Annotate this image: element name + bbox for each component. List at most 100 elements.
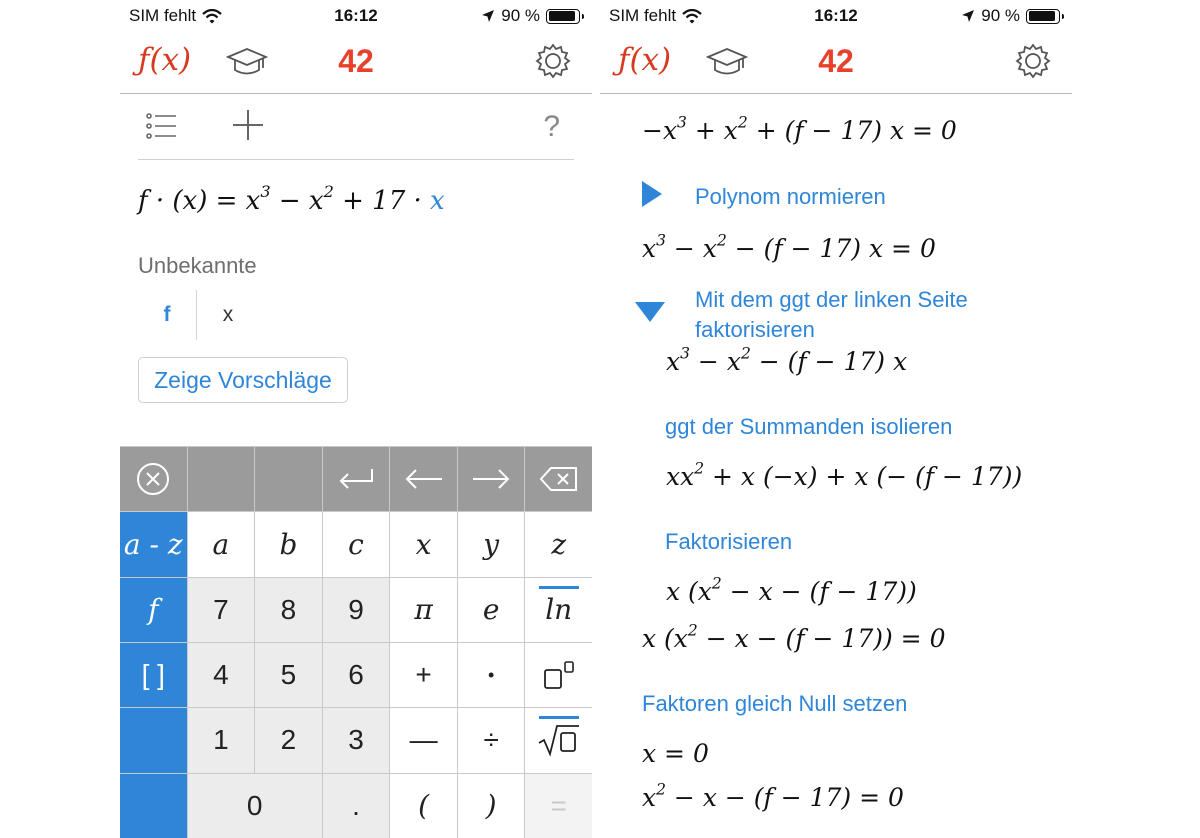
eq1-e1: 3: [656, 231, 666, 250]
key-sqrt[interactable]: [525, 708, 592, 773]
eq-exp1: 3: [260, 181, 271, 201]
substep-ggt-isolieren: ggt der Summanden isolieren: [665, 414, 953, 439]
key-open-paren[interactable]: (: [390, 773, 457, 838]
eq1-c: − (f − 17) x = 0: [726, 234, 936, 263]
key-divide[interactable]: ÷: [457, 708, 525, 773]
key-1[interactable]: 1: [187, 708, 255, 773]
key-equals[interactable]: =: [525, 773, 592, 838]
key-plus[interactable]: +: [390, 643, 457, 708]
gear-icon[interactable]: [1014, 42, 1052, 80]
eq-lhs: f · (x) = x: [138, 186, 261, 216]
key-5[interactable]: 5: [255, 643, 322, 708]
cursor-right-key[interactable]: [457, 447, 525, 512]
cursor-left-key[interactable]: [390, 447, 457, 512]
step-polynom-normieren[interactable]: Polynom normieren: [695, 182, 886, 212]
step-ggt-line2: faktorisieren: [695, 317, 815, 342]
function-equation[interactable]: f · (x) = x3 − x2 + 17 · x: [138, 183, 445, 216]
unknown-f[interactable]: f: [138, 290, 196, 340]
gear-icon[interactable]: [534, 42, 572, 80]
eq7-e1: 2: [656, 780, 666, 799]
key-0[interactable]: 0: [187, 773, 322, 838]
key-6[interactable]: 6: [322, 643, 390, 708]
collapsed-step-triangle-icon[interactable]: [642, 181, 662, 207]
blank-blue-key: [120, 708, 187, 773]
key-8[interactable]: 8: [255, 577, 322, 642]
battery-fill: [548, 11, 575, 21]
key-b[interactable]: b: [255, 512, 322, 577]
eq2-e1: 3: [680, 344, 690, 363]
key-e[interactable]: e: [457, 577, 525, 642]
battery-percent-right: 90 %: [981, 6, 1020, 25]
eq0-c: + (f − 17) x = 0: [747, 116, 957, 145]
eq4-a: x (x: [666, 577, 712, 606]
functions-key[interactable]: f: [120, 577, 187, 642]
eq-cursor-var: x: [430, 186, 445, 216]
eq2-a: x: [666, 347, 681, 376]
key-ln[interactable]: ln: [525, 577, 592, 642]
score-label-right[interactable]: 42: [600, 43, 1072, 80]
key-9[interactable]: 9: [322, 577, 390, 642]
solution-equation-3: xx2 + x (−x) + x (− (f − 17)): [666, 461, 1022, 491]
eq-exp2: 2: [323, 181, 334, 201]
status-bar: SIM fehlt 16:12 90 %: [120, 0, 592, 32]
eq1-e2: 2: [716, 231, 727, 250]
key-a[interactable]: a: [187, 512, 255, 577]
eq4-b: − x − (f − 17)): [721, 577, 917, 606]
key-ln-label: ln: [545, 593, 573, 627]
key-7[interactable]: 7: [187, 577, 255, 642]
key-x[interactable]: x: [390, 512, 457, 577]
solution-equation-4: x (x2 − x − (f − 17)): [666, 576, 917, 606]
key-z[interactable]: z: [525, 512, 592, 577]
score-label[interactable]: 42: [120, 43, 592, 80]
key-c[interactable]: c: [322, 512, 390, 577]
eq-mid1: − x: [270, 186, 324, 216]
arrow-left-icon: [405, 469, 442, 489]
key-dot[interactable]: .: [322, 773, 390, 838]
key-minus[interactable]: —: [390, 708, 457, 773]
step-faktoren-null[interactable]: Faktoren gleich Null setzen: [642, 689, 907, 719]
sqrt-indicator: [538, 716, 579, 720]
key-y[interactable]: y: [457, 512, 525, 577]
eq0-b: + x: [686, 116, 738, 145]
step-ggt-faktorisieren[interactable]: Mit dem ggt der linken Seite faktorisier…: [695, 285, 968, 345]
key-pi[interactable]: π: [390, 577, 457, 642]
location-icon: [482, 10, 495, 22]
list-icon[interactable]: [146, 113, 178, 139]
eq3-a: xx: [666, 462, 695, 491]
key-close-paren[interactable]: ): [457, 773, 525, 838]
eq5-a: x (x: [642, 624, 688, 653]
key-3[interactable]: 3: [322, 708, 390, 773]
show-suggestions-button[interactable]: Zeige Vorschläge: [138, 357, 348, 403]
eq2-b: − x: [689, 347, 741, 376]
eq0-e1: 3: [677, 113, 687, 132]
unknown-x[interactable]: x: [199, 290, 257, 340]
ln-indicator: [538, 585, 579, 589]
key-2[interactable]: 2: [255, 708, 322, 773]
eq5-b: − x − (f − 17)) = 0: [697, 624, 946, 653]
expanded-step-triangle-icon[interactable]: [635, 302, 665, 322]
key-power[interactable]: [525, 643, 592, 708]
solution-equation-0: −x3 + x2 + (f − 17) x = 0: [642, 113, 957, 145]
clear-key[interactable]: [120, 447, 187, 512]
eq1-a: x: [642, 234, 657, 263]
substep-faktorisieren: Faktorisieren: [665, 529, 793, 554]
blank-key-2: [255, 447, 322, 512]
plus-icon[interactable]: [231, 108, 265, 142]
eq5-e1: 2: [687, 621, 698, 640]
eq2-e2: 2: [740, 344, 751, 363]
backspace-key[interactable]: [525, 447, 592, 512]
status-right-right: 90 %: [961, 6, 1064, 26]
solution-equation-5: x (x2 − x − (f − 17)) = 0: [642, 621, 946, 653]
help-button[interactable]: ?: [543, 110, 560, 144]
eq1-b: − x: [665, 234, 717, 263]
enter-key[interactable]: [322, 447, 390, 512]
left-screen: SIM fehlt 16:12 90 % ƒ(x) 42 ? f · (x) =…: [120, 0, 592, 838]
eq7-a: x: [642, 783, 657, 812]
nav-bar: ƒ(x) 42: [120, 32, 592, 94]
arrow-right-icon: [473, 469, 510, 489]
brackets-key[interactable]: [ ]: [120, 643, 187, 708]
battery-percent: 90 %: [501, 6, 540, 25]
key-multiply[interactable]: •: [457, 643, 525, 708]
key-4[interactable]: 4: [187, 643, 255, 708]
letters-key[interactable]: a - z: [120, 512, 187, 577]
